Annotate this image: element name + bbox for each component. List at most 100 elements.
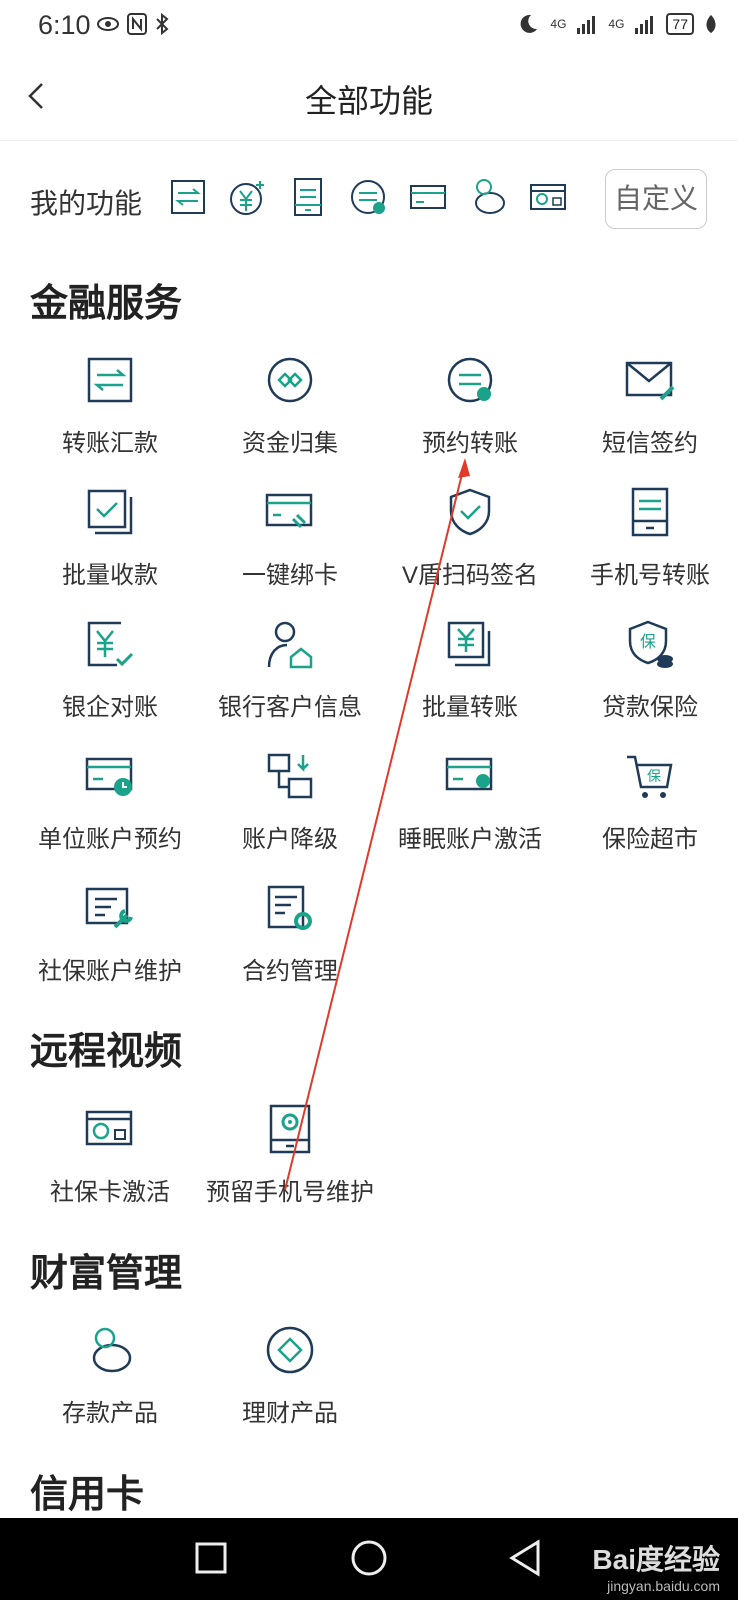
tile-label: 预约转账 [422, 430, 518, 457]
svg-text:保: 保 [647, 769, 661, 785]
batch-receive-icon [87, 489, 133, 535]
card-icon[interactable] [408, 177, 448, 217]
signal-bars-icon [577, 16, 596, 34]
tile-transfer[interactable]: 转账汇款 [20, 355, 200, 475]
svg-text:保: 保 [640, 632, 656, 651]
tile-insurance-market[interactable]: 保 保险超市 [560, 751, 738, 871]
insurance-cart-icon: 保 [627, 755, 673, 798]
tile-label: 一键绑卡 [242, 562, 338, 589]
tile-label: 社保卡激活 [50, 1179, 170, 1206]
tile-wealth-products[interactable]: 理财产品 [200, 1325, 380, 1445]
signal-bars-2-icon [635, 16, 654, 34]
tile-label: 理财产品 [242, 1400, 338, 1427]
tile-label: 账户降级 [242, 826, 338, 853]
account-appointment-icon [85, 757, 133, 796]
baidu-watermark: Bai度经验 jingyan.baidu.com [592, 1544, 720, 1594]
signal-1-icon: 4G [550, 17, 567, 31]
tile-social-maintain[interactable]: 社保账户维护 [20, 883, 200, 1003]
piggy-bank-icon[interactable] [468, 177, 508, 217]
batch-transfer-icon [447, 621, 491, 667]
customer-info-icon [267, 621, 313, 669]
transfer-icon[interactable] [168, 177, 208, 217]
tile-dormant-account[interactable]: 睡眠账户激活 [380, 751, 560, 871]
reconcile-icon [87, 621, 134, 667]
tile-label: 银行客户信息 [218, 694, 362, 721]
social-maintain-icon [85, 887, 133, 929]
tile-batch-receive[interactable]: 批量收款 [20, 487, 200, 607]
tile-label: 合约管理 [242, 958, 338, 985]
tile-label: 批量转账 [422, 694, 518, 721]
section-title-finance: 金融服务 [30, 283, 183, 325]
my-functions-bar: 我的功能 自定义 [0, 160, 738, 240]
section-title-video: 远程视频 [30, 1031, 183, 1073]
yuan-add-icon[interactable] [228, 177, 268, 217]
my-functions-label: 我的功能 [30, 188, 143, 219]
tile-label: 保险超市 [602, 826, 698, 853]
loan-insurance-icon: 保 [628, 620, 673, 668]
tile-label: 预留手机号维护 [206, 1179, 374, 1206]
fund-collect-icon [267, 357, 313, 403]
social-card-icon[interactable] [528, 177, 568, 217]
tile-sms-sign[interactable]: 短信签约 [560, 355, 738, 475]
system-nav-bar: Bai度经验 jingyan.baidu.com [0, 1518, 738, 1600]
tile-label: 转账汇款 [62, 430, 158, 457]
tile-phone-maintain[interactable]: 预留手机号维护 [200, 1104, 380, 1224]
nfc-icon [127, 13, 147, 35]
tile-social-card-activate[interactable]: 社保卡激活 [20, 1104, 200, 1224]
diamond-icon [266, 1326, 314, 1374]
signal-2-icon: 4G [608, 17, 625, 31]
tile-label: 单位账户预约 [38, 826, 182, 853]
scheduled-transfer-icon [447, 357, 493, 403]
transfer-icon [87, 357, 133, 403]
shield-check-icon [449, 488, 491, 536]
phone-settings-icon [269, 1104, 311, 1154]
tile-label: 批量收款 [62, 562, 158, 589]
tile-loan-insurance[interactable]: 保 贷款保险 [560, 619, 738, 739]
dormant-account-icon [445, 757, 493, 791]
customize-button[interactable]: 自定义 [605, 169, 707, 229]
tile-batch-transfer[interactable]: 批量转账 [380, 619, 560, 739]
page-header: 全部功能 [0, 52, 738, 141]
phone-transfer-icon [631, 487, 669, 537]
tile-label: 短信签约 [602, 430, 698, 457]
page-title: 全部功能 [304, 83, 433, 119]
piggy-bank-icon [92, 1327, 132, 1373]
tile-contract-manage[interactable]: 合约管理 [200, 883, 380, 1003]
phone-transfer-icon[interactable] [288, 177, 328, 217]
tile-label: 资金归集 [242, 430, 338, 457]
tile-phone-transfer[interactable]: 手机号转账 [560, 487, 738, 607]
contract-manage-icon [267, 885, 312, 930]
section-title-credit: 信用卡 [30, 1474, 145, 1516]
tile-label: 睡眠账户激活 [398, 826, 542, 853]
tile-deposit-products[interactable]: 存款产品 [20, 1325, 200, 1445]
tile-label: 贷款保险 [602, 694, 698, 721]
bluetooth-icon [156, 12, 169, 36]
tile-label: 存款产品 [62, 1400, 158, 1427]
tile-scheduled-transfer[interactable]: 预约转账 [380, 355, 560, 475]
tile-label: V盾扫码签名 [401, 562, 538, 589]
tile-v-shield[interactable]: V盾扫码签名 [380, 487, 560, 607]
social-card-icon [85, 1110, 133, 1146]
bind-card-icon [265, 493, 313, 529]
tile-label: 社保账户维护 [38, 958, 182, 985]
recent-apps-icon[interactable] [191, 1538, 231, 1578]
status-bar: 6:10 4G 4G 77 [0, 0, 738, 52]
tile-fund-collect[interactable]: 资金归集 [200, 355, 380, 475]
home-icon[interactable] [349, 1538, 389, 1578]
nav-back-icon[interactable] [506, 1538, 546, 1578]
battery-icon: 77 [666, 13, 694, 35]
tile-customer-info[interactable]: 银行客户信息 [200, 619, 380, 739]
sms-sign-icon [625, 361, 675, 401]
tile-reconcile[interactable]: 银企对账 [20, 619, 200, 739]
tile-bind-card[interactable]: 一键绑卡 [200, 487, 380, 607]
status-time: 6:10 [38, 10, 91, 40]
account-downgrade-icon [267, 753, 313, 799]
tile-label: 银企对账 [62, 694, 158, 721]
tile-account-appointment[interactable]: 单位账户预约 [20, 751, 200, 871]
tile-account-downgrade[interactable]: 账户降级 [200, 751, 380, 871]
moon-icon [520, 14, 538, 33]
eye-icon [97, 17, 119, 31]
leaf-icon [706, 15, 716, 33]
scheduled-transfer-icon[interactable] [348, 177, 388, 217]
tile-label: 手机号转账 [590, 562, 710, 589]
